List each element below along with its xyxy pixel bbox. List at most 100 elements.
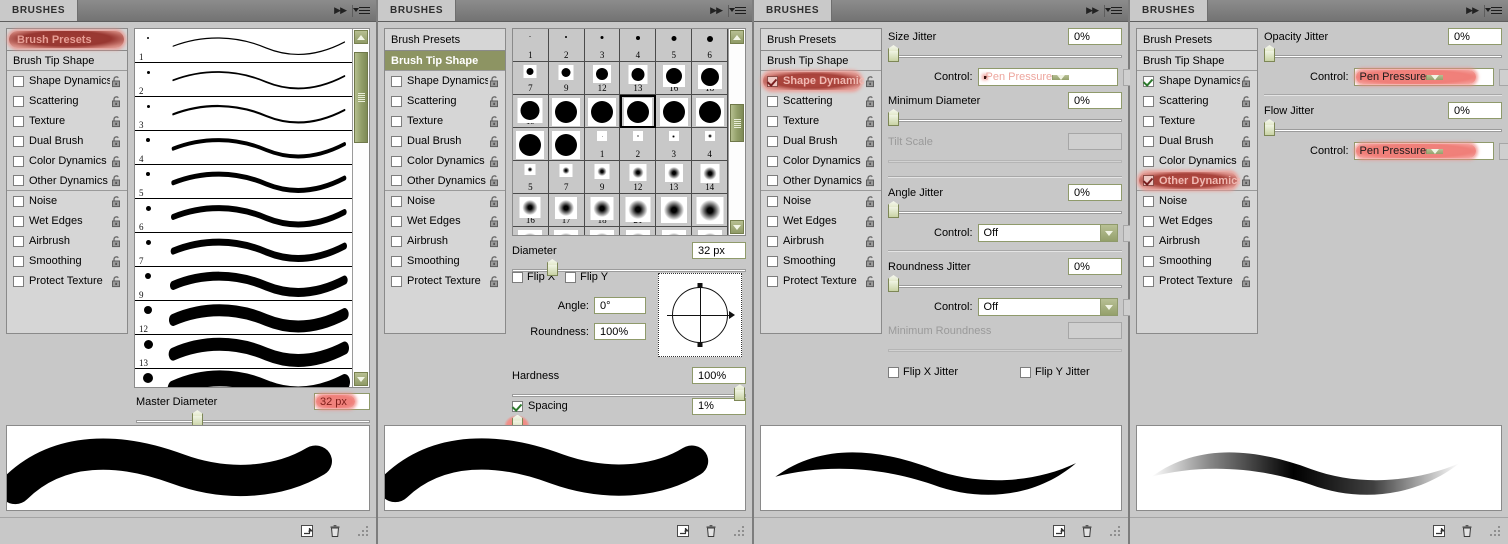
sidebar-item-protect-texture[interactable]: Protect Texture bbox=[1137, 271, 1257, 291]
sidebar-item-protect-texture[interactable]: Protect Texture bbox=[7, 271, 127, 291]
size-jitter-slider[interactable] bbox=[888, 49, 1122, 63]
sidebar-item-shape-dynamics[interactable]: Shape Dynamics bbox=[7, 71, 127, 91]
brush-tip-cell[interactable]: 36 bbox=[656, 95, 692, 128]
panel-1-tab-brushes[interactable]: BRUSHES bbox=[0, 0, 78, 21]
option-checkbox[interactable] bbox=[1143, 236, 1154, 247]
tip-grid-scrollbar[interactable] bbox=[728, 29, 745, 235]
option-checkbox[interactable] bbox=[13, 76, 24, 87]
option-checkbox[interactable] bbox=[767, 175, 778, 186]
option-checkbox[interactable] bbox=[1143, 136, 1154, 147]
unlocked-padlock-icon[interactable] bbox=[1240, 235, 1253, 248]
opacity-control-select[interactable]: Pen Pressure bbox=[1354, 68, 1494, 86]
brush-tip-cell[interactable]: 16 bbox=[656, 62, 692, 95]
angle-control-select[interactable]: Off bbox=[978, 224, 1118, 242]
panel-menu-icon[interactable] bbox=[1111, 7, 1122, 15]
hardness-slider-handle[interactable] bbox=[734, 388, 745, 401]
panel-2-tab-brushes[interactable]: BRUSHES bbox=[378, 0, 456, 21]
brush-tip-cell[interactable]: 28 bbox=[692, 194, 728, 227]
brush-tip-cell[interactable]: 3 bbox=[585, 29, 621, 62]
option-checkbox[interactable] bbox=[13, 256, 24, 267]
scroll-up-icon[interactable] bbox=[354, 30, 368, 44]
sidebar-item-noise[interactable]: Noise bbox=[761, 191, 881, 211]
flip-x-jitter-checkbox[interactable] bbox=[888, 367, 899, 378]
diameter-field[interactable]: 32 px bbox=[692, 242, 746, 259]
sidebar-item-brush-tip-shape[interactable]: Brush Tip Shape bbox=[1137, 51, 1257, 71]
option-checkbox[interactable] bbox=[767, 196, 778, 207]
unlocked-padlock-icon[interactable] bbox=[488, 135, 501, 148]
brush-preset-list[interactable]: 12345679121316 bbox=[135, 29, 352, 387]
brush-tip-cell[interactable]: 2 bbox=[549, 29, 585, 62]
unlocked-padlock-icon[interactable] bbox=[110, 255, 123, 268]
resize-grip-icon[interactable] bbox=[358, 526, 368, 536]
sidebar-item-brush-presets[interactable]: Brush Presets bbox=[761, 29, 881, 51]
brush-tip-cell[interactable]: 18 bbox=[585, 194, 621, 227]
sidebar-item-color-dynamics[interactable]: Color Dynamics bbox=[1137, 151, 1257, 171]
sidebar-item-smoothing[interactable]: Smoothing bbox=[1137, 251, 1257, 271]
angle-roundness-preview[interactable] bbox=[658, 273, 742, 357]
panel-menu-icon[interactable] bbox=[1491, 7, 1502, 15]
option-checkbox[interactable] bbox=[391, 196, 402, 207]
unlocked-padlock-icon[interactable] bbox=[864, 135, 877, 148]
scrollbar-track[interactable] bbox=[729, 45, 745, 219]
brush-tip-cell[interactable]: 7 bbox=[513, 62, 549, 95]
chevron-down-icon[interactable] bbox=[1426, 149, 1443, 154]
sidebar-item-dual-brush[interactable]: Dual Brush bbox=[385, 131, 505, 151]
new-brush-icon[interactable] bbox=[676, 524, 690, 538]
unlocked-padlock-icon[interactable] bbox=[1240, 174, 1253, 187]
brush-tip-cell[interactable]: 48 bbox=[513, 128, 549, 161]
angle-jitter-slider[interactable] bbox=[888, 205, 1122, 219]
option-checkbox[interactable] bbox=[391, 156, 402, 167]
option-checkbox[interactable] bbox=[13, 96, 24, 107]
opacity-jitter-field[interactable]: 0% bbox=[1448, 28, 1502, 45]
min-diameter-slider-handle[interactable] bbox=[888, 113, 899, 126]
chevron-down-icon[interactable] bbox=[1426, 75, 1443, 80]
unlocked-padlock-icon[interactable] bbox=[110, 155, 123, 168]
size-jitter-field[interactable]: 0% bbox=[1068, 28, 1122, 45]
option-checkbox[interactable] bbox=[767, 216, 778, 227]
flow-control-select[interactable]: Pen Pressure bbox=[1354, 142, 1494, 160]
size-control-select[interactable]: Pen Pressure bbox=[978, 68, 1118, 86]
unlocked-padlock-icon[interactable] bbox=[488, 155, 501, 168]
brush-tip-cell[interactable]: 7 bbox=[549, 161, 585, 194]
unlocked-padlock-icon[interactable] bbox=[488, 195, 501, 208]
sidebar-item-smoothing[interactable]: Smoothing bbox=[761, 251, 881, 271]
list-item[interactable]: 1 bbox=[135, 29, 352, 63]
unlocked-padlock-icon[interactable] bbox=[864, 174, 877, 187]
sidebar-item-protect-texture[interactable]: Protect Texture bbox=[385, 271, 505, 291]
option-checkbox[interactable] bbox=[1143, 76, 1154, 87]
option-checkbox[interactable] bbox=[1143, 175, 1154, 186]
option-checkbox[interactable] bbox=[13, 236, 24, 247]
scrollbar-thumb[interactable] bbox=[354, 52, 368, 143]
unlocked-padlock-icon[interactable] bbox=[110, 115, 123, 128]
brush-tip-cell[interactable]: 12 bbox=[585, 62, 621, 95]
sidebar-item-airbrush[interactable]: Airbrush bbox=[761, 231, 881, 251]
flow-jitter-slider[interactable] bbox=[1264, 123, 1502, 137]
option-checkbox[interactable] bbox=[1143, 196, 1154, 207]
option-checkbox[interactable] bbox=[1143, 216, 1154, 227]
sidebar-item-other-dynamics[interactable]: Other Dynamics bbox=[7, 171, 127, 191]
sidebar-item-noise[interactable]: Noise bbox=[1137, 191, 1257, 211]
flip-y-checkbox[interactable] bbox=[565, 272, 576, 283]
sidebar-item-brush-tip-shape[interactable]: Brush Tip Shape bbox=[7, 51, 127, 71]
option-checkbox[interactable] bbox=[767, 76, 778, 87]
sidebar-item-color-dynamics[interactable]: Color Dynamics bbox=[7, 151, 127, 171]
new-brush-icon[interactable] bbox=[1052, 524, 1066, 538]
brush-tip-cell[interactable]: 18 bbox=[692, 62, 728, 95]
sidebar-item-brush-presets[interactable]: Brush Presets bbox=[385, 29, 505, 51]
unlocked-padlock-icon[interactable] bbox=[864, 235, 877, 248]
brush-tip-cell[interactable]: 21 bbox=[620, 194, 656, 227]
scroll-up-icon[interactable] bbox=[730, 30, 744, 44]
unlocked-padlock-icon[interactable] bbox=[488, 255, 501, 268]
sidebar-item-color-dynamics[interactable]: Color Dynamics bbox=[385, 151, 505, 171]
unlocked-padlock-icon[interactable] bbox=[488, 115, 501, 128]
sidebar-item-shape-dynamics[interactable]: Shape Dynamics bbox=[385, 71, 505, 91]
sidebar-item-airbrush[interactable]: Airbrush bbox=[7, 231, 127, 251]
brush-tip-cell[interactable]: 9 bbox=[585, 161, 621, 194]
sidebar-item-brush-presets[interactable]: Brush Presets bbox=[7, 29, 127, 51]
unlocked-padlock-icon[interactable] bbox=[110, 195, 123, 208]
brush-tip-cell[interactable]: 38 bbox=[692, 95, 728, 128]
resize-grip-icon[interactable] bbox=[1490, 526, 1500, 536]
list-item[interactable]: 16 bbox=[135, 369, 352, 387]
option-checkbox[interactable] bbox=[767, 136, 778, 147]
sidebar-item-brush-tip-shape[interactable]: Brush Tip Shape bbox=[761, 51, 881, 71]
